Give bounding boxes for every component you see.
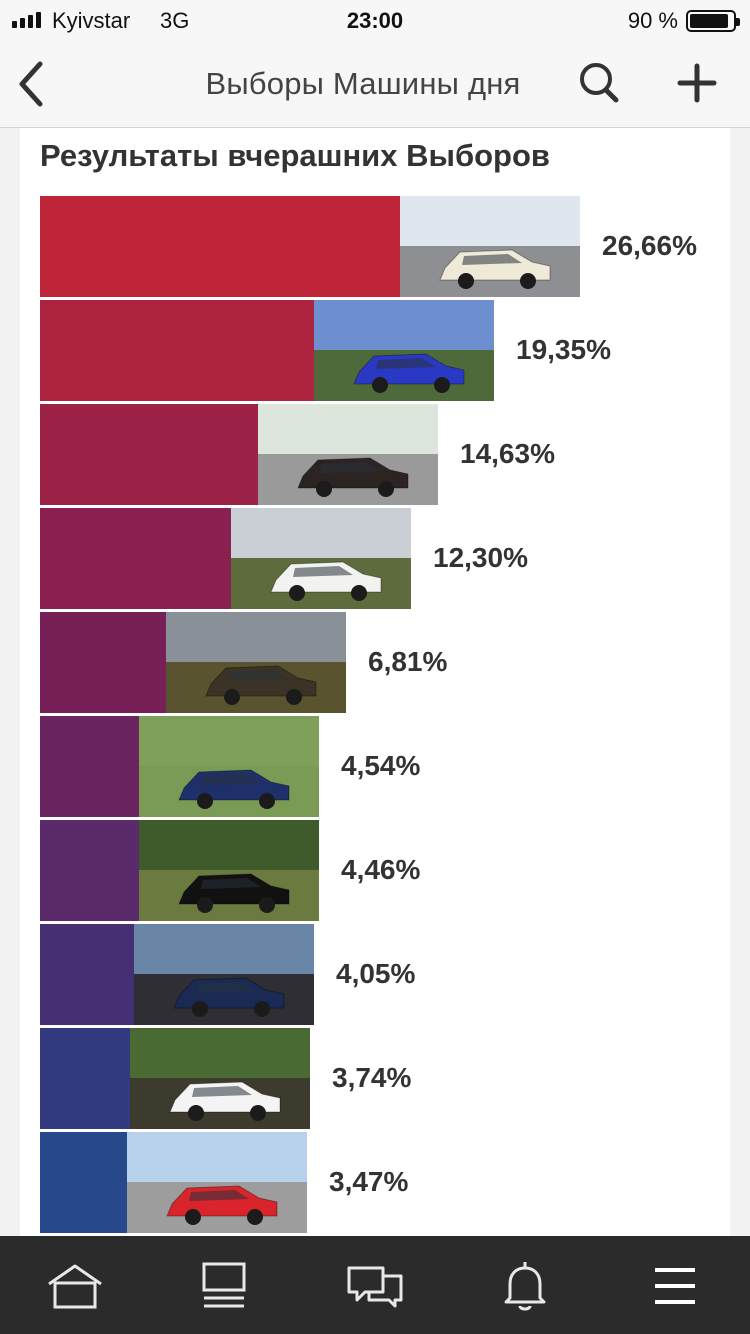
result-bar — [40, 820, 139, 921]
search-button[interactable] — [574, 58, 624, 108]
result-row[interactable]: 4,46% — [40, 820, 730, 921]
tab-home[interactable] — [45, 1256, 105, 1316]
result-row[interactable]: 4,05% — [40, 924, 730, 1025]
result-percent: 4,46% — [341, 854, 421, 885]
result-row[interactable]: 12,30% — [40, 508, 730, 609]
result-bar — [40, 1132, 127, 1233]
result-row[interactable]: 19,35% — [40, 300, 730, 401]
results-card: Результаты вчерашних Выборов 26,66% 19,35… — [20, 128, 730, 1236]
bell-icon — [504, 1262, 546, 1311]
result-bar — [40, 300, 314, 401]
result-row[interactable]: 4,54% — [40, 716, 730, 817]
home-icon — [48, 1264, 102, 1309]
result-percent: 4,05% — [336, 958, 416, 989]
car-photo — [130, 1028, 310, 1129]
car-photo — [127, 1132, 307, 1233]
status-bar: Kyivstar 3G 23:00 90 % — [0, 0, 750, 40]
tab-bar — [0, 1236, 750, 1334]
result-percent: 19,35% — [516, 334, 611, 365]
car-photo — [139, 716, 319, 817]
tab-menu[interactable] — [645, 1256, 705, 1316]
car-photo — [231, 508, 411, 609]
battery-percent: 90 % — [627, 8, 678, 33]
result-row[interactable]: 3,74% — [40, 1028, 730, 1129]
messages-icon — [347, 1266, 403, 1308]
section-title: Результаты вчерашних Выборов — [40, 138, 550, 173]
result-percent: 12,30% — [433, 542, 528, 573]
result-bar — [40, 1028, 130, 1129]
result-percent: 3,74% — [332, 1062, 412, 1093]
result-row[interactable]: 14,63% — [40, 404, 730, 505]
battery-icon — [686, 10, 740, 32]
result-bar — [40, 196, 400, 297]
car-photo — [314, 300, 494, 401]
car-photo — [139, 820, 319, 921]
car-photo — [400, 196, 580, 297]
result-bar — [40, 716, 139, 817]
car-photo — [166, 612, 346, 713]
result-row[interactable]: 3,47% — [40, 1132, 730, 1233]
feed-icon — [202, 1262, 246, 1308]
result-row[interactable]: 6,81% — [40, 612, 730, 713]
car-photo — [134, 924, 314, 1025]
search-icon — [580, 63, 619, 103]
nav-bar: Выборы Машины дня — [0, 40, 750, 128]
result-bar — [40, 924, 134, 1025]
car-photo — [258, 404, 438, 505]
tab-feed[interactable] — [195, 1256, 255, 1316]
result-bar — [40, 404, 258, 505]
result-percent: 6,81% — [368, 646, 448, 677]
result-percent: 26,66% — [602, 230, 697, 261]
result-percent: 4,54% — [341, 750, 421, 781]
result-bar — [40, 612, 166, 713]
result-percent: 14,63% — [460, 438, 555, 469]
result-percent: 3,47% — [329, 1166, 409, 1197]
result-bar — [40, 508, 231, 609]
plus-icon — [677, 63, 717, 103]
add-button[interactable] — [672, 58, 722, 108]
tab-notifications[interactable] — [495, 1256, 555, 1316]
tab-messages[interactable] — [345, 1256, 405, 1316]
result-row[interactable]: 26,66% — [40, 196, 730, 297]
menu-icon — [655, 1268, 695, 1304]
